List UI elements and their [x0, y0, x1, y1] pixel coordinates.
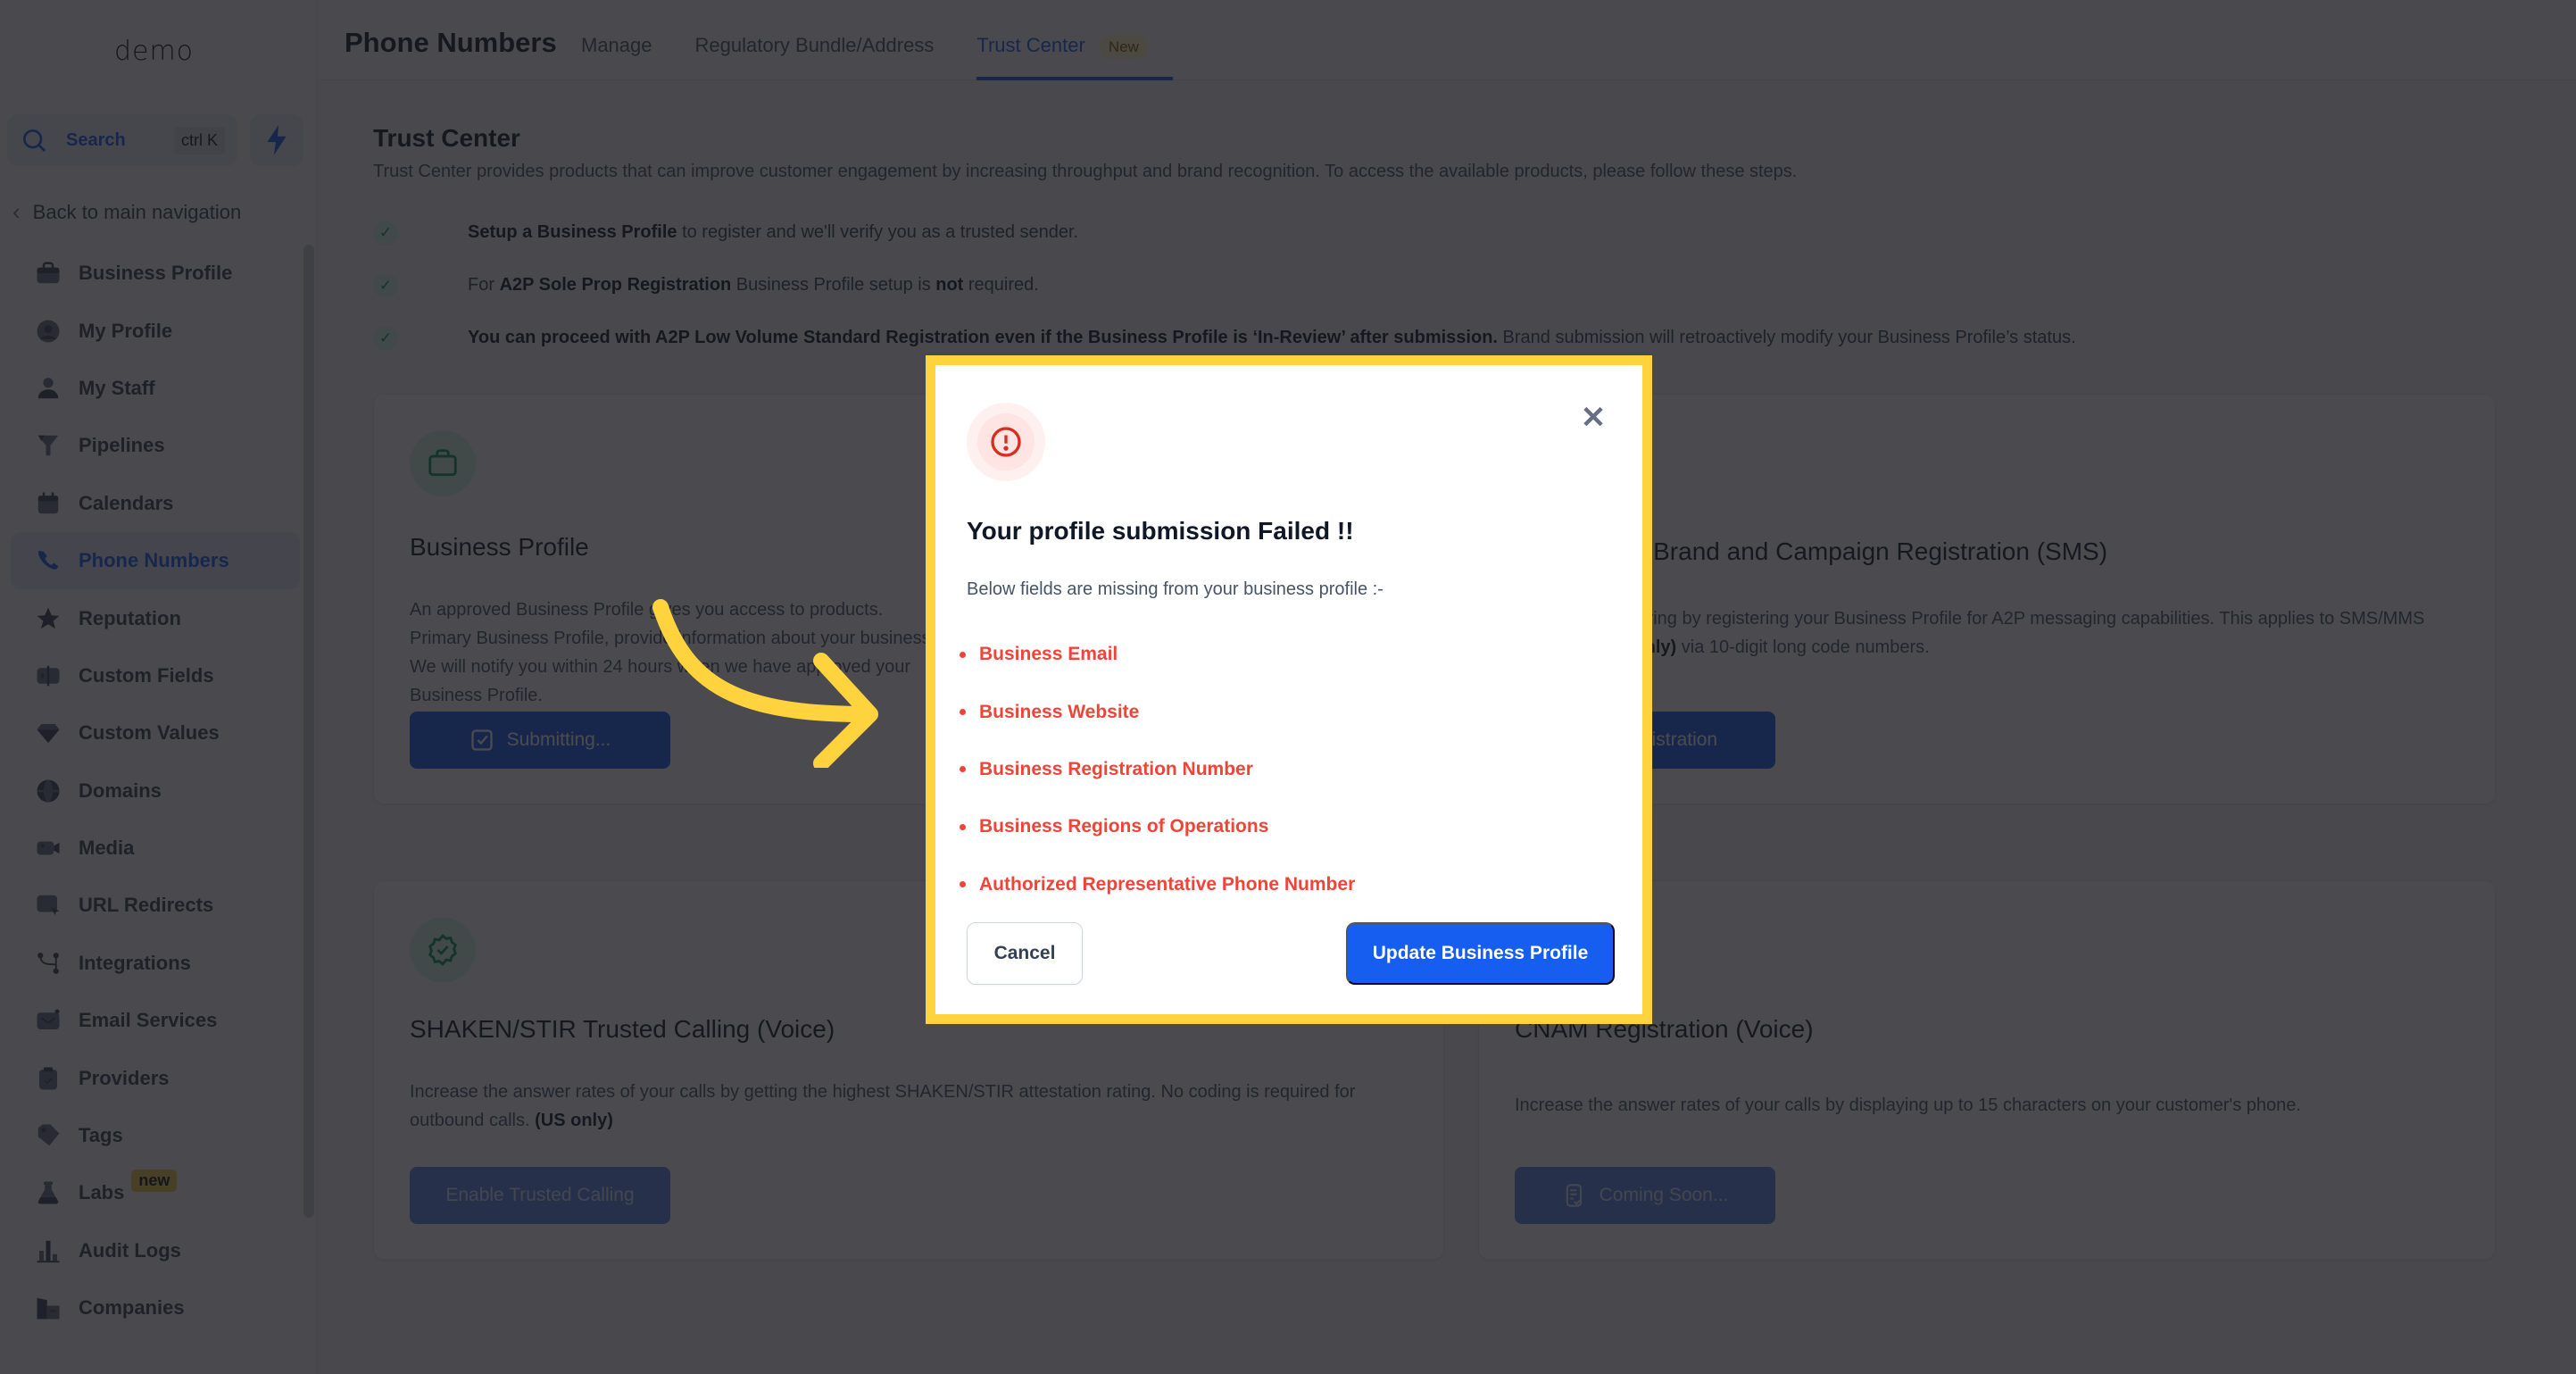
close-icon[interactable]: ✕ — [1580, 403, 1607, 433]
missing-field-item: Business Website — [960, 683, 1355, 740]
bullet-icon — [960, 651, 966, 658]
update-business-profile-button[interactable]: Update Business Profile — [1346, 922, 1615, 985]
bullet-icon — [960, 823, 966, 830]
missing-fields-list: Business Email Business Website Business… — [960, 626, 1355, 913]
cancel-button[interactable]: Cancel — [967, 922, 1083, 985]
bullet-icon — [960, 881, 966, 888]
alert-icon-container — [967, 403, 1045, 481]
missing-field-label: Business Registration Number — [979, 758, 1253, 779]
missing-field-item: Business Email — [960, 626, 1355, 683]
modal-subtitle: Below fields are missing from your busin… — [967, 579, 1384, 599]
annotation-arrow-icon — [652, 599, 878, 768]
highlight-frame: ✕ Your profile submission Failed !! Belo… — [926, 355, 1652, 1024]
modal-title: Your profile submission Failed !! — [967, 517, 1354, 545]
submission-failed-modal: ✕ Your profile submission Failed !! Belo… — [935, 365, 1642, 1014]
missing-field-item: Business Registration Number — [960, 741, 1355, 798]
missing-field-label: Business Email — [979, 644, 1118, 665]
bullet-icon — [960, 766, 966, 773]
missing-field-item: Authorized Representative Phone Number — [960, 856, 1355, 913]
missing-field-label: Business Website — [979, 701, 1140, 722]
alert-circle-icon — [991, 427, 1021, 457]
bullet-icon — [960, 709, 966, 716]
missing-field-label: Business Regions of Operations — [979, 816, 1269, 837]
missing-field-label: Authorized Representative Phone Number — [979, 873, 1356, 895]
missing-field-item: Business Regions of Operations — [960, 798, 1355, 855]
